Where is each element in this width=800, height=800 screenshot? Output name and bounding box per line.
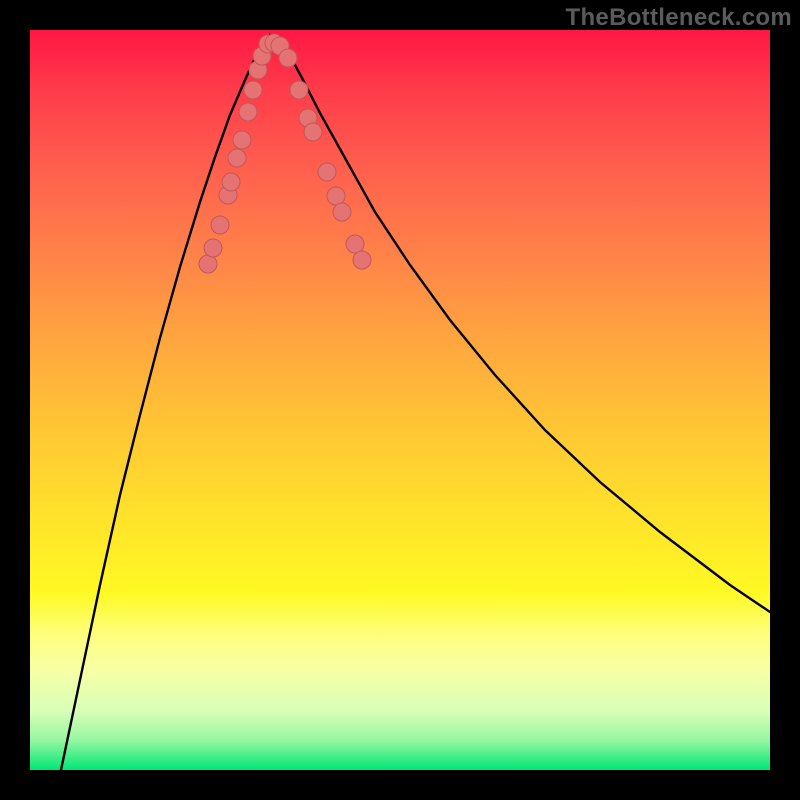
curve-marker [199, 255, 217, 273]
bottleneck-curve [61, 35, 770, 770]
curve-marker [279, 49, 297, 67]
curve-marker [244, 81, 262, 99]
plot-area [30, 30, 770, 770]
curve-marker [353, 251, 371, 269]
curve-marker [222, 173, 240, 191]
curve-marker [290, 81, 308, 99]
curve-marker [204, 239, 222, 257]
watermark-text: TheBottleneck.com [566, 4, 792, 32]
curve-marker [304, 123, 322, 141]
curve-marker [346, 235, 364, 253]
curve-marker [211, 216, 229, 234]
curve-marker [318, 163, 336, 181]
chart-frame: TheBottleneck.com [0, 0, 800, 800]
marker-group [199, 34, 371, 273]
curve-marker [333, 203, 351, 221]
curve-marker [233, 131, 251, 149]
curve-svg [30, 30, 770, 770]
curve-marker [228, 149, 246, 167]
curve-marker [327, 187, 345, 205]
curve-marker [239, 103, 257, 121]
